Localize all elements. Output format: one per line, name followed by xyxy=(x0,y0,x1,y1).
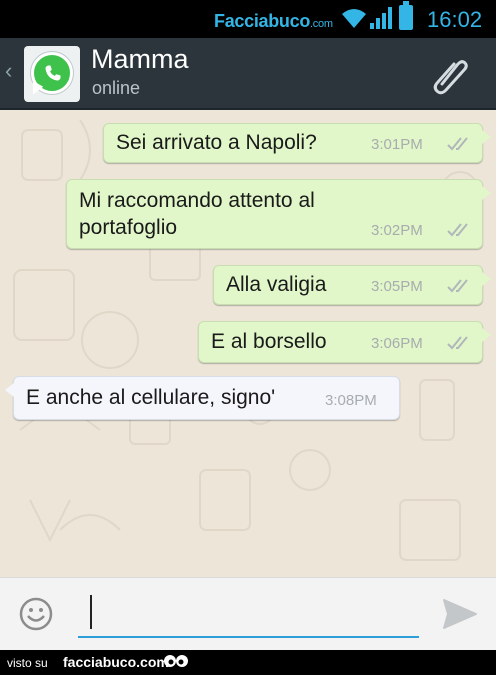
message-text: portafoglio xyxy=(79,216,178,239)
watermark: Facciabuco.com xyxy=(214,11,333,31)
outgoing-message[interactable]: E al borsello 3:06PM xyxy=(198,321,491,363)
message-text: E anche al cellulare, signo' xyxy=(26,386,276,409)
double-check-icon xyxy=(447,336,468,350)
chat-header: ‹ Mamma online xyxy=(0,38,496,110)
message-text: Sei arrivato a Napoli? xyxy=(116,131,317,154)
paperclip-icon[interactable] xyxy=(430,54,472,96)
status-bar: Facciabuco.com 16:02 xyxy=(0,0,496,38)
incoming-message[interactable]: E anche al cellulare, signo' 3:08PM xyxy=(5,376,400,420)
message-text: E al borsello xyxy=(211,330,327,353)
contact-name[interactable]: Mamma xyxy=(91,44,189,75)
message-time: 3:02PM xyxy=(371,222,423,239)
smiley-icon[interactable] xyxy=(19,597,53,631)
double-check-icon xyxy=(447,279,468,293)
battery-icon xyxy=(399,1,413,30)
wifi-icon xyxy=(342,9,366,28)
message-input[interactable] xyxy=(78,594,419,638)
eyes-logo-icon xyxy=(164,655,188,667)
clock: 16:02 xyxy=(427,7,483,32)
message-time: 3:08PM xyxy=(325,392,377,409)
footer-visto-label: visto su xyxy=(7,656,48,670)
chevron-left-icon[interactable]: ‹ xyxy=(5,60,12,82)
footer-watermark: visto su facciabuco.com xyxy=(0,650,496,675)
text-cursor xyxy=(90,595,92,629)
outgoing-message[interactable]: Mi raccomando attento al portafoglio 3:0… xyxy=(66,179,491,249)
contact-status: online xyxy=(92,78,141,98)
outgoing-message[interactable]: Alla valigia 3:05PM xyxy=(213,265,491,305)
outgoing-message[interactable]: Sei arrivato a Napoli? 3:01PM xyxy=(103,123,491,163)
double-check-icon xyxy=(447,137,468,151)
signal-icon xyxy=(370,7,392,29)
message-time: 3:01PM xyxy=(371,136,423,153)
footer-site-label: facciabuco.com xyxy=(63,654,169,670)
double-check-icon xyxy=(447,223,468,237)
message-text: Alla valigia xyxy=(226,273,327,296)
whatsapp-logo-icon xyxy=(31,52,73,94)
message-time: 3:06PM xyxy=(371,335,423,352)
chat-area[interactable]: Sei arrivato a Napoli? 3:01PM Mi raccoma… xyxy=(0,110,496,577)
send-arrow-icon[interactable] xyxy=(442,598,478,630)
message-text: Mi raccomando attento al xyxy=(79,189,315,212)
message-time: 3:05PM xyxy=(371,278,423,295)
avatar[interactable] xyxy=(24,46,80,102)
compose-bar xyxy=(0,577,496,650)
